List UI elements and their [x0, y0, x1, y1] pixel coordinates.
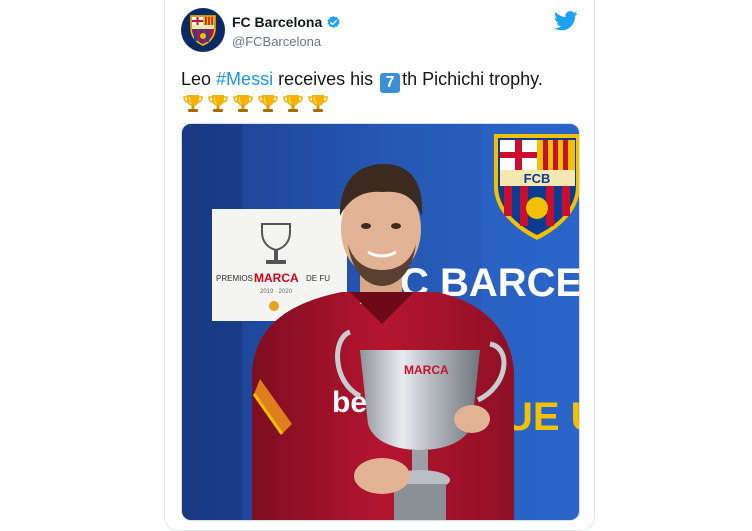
trophy-emoji-icon [283, 95, 303, 112]
crest-text: FCB [524, 171, 551, 186]
display-name[interactable]: FC Barcelona [232, 14, 341, 30]
tweet-text-suffix: th Pichichi trophy. [402, 69, 543, 89]
trophy-emoji-row [182, 92, 329, 114]
tweet-photo[interactable]: FCB C BARCE UE U PREMIOS MARCA DE FU 201… [181, 123, 580, 521]
trophy-emoji-icon [233, 95, 253, 112]
tweet-text-mid: receives his [273, 69, 379, 89]
trophy-emoji-icon [183, 95, 203, 112]
trophy-emoji-icon [308, 95, 328, 112]
tweet-card[interactable]: FC Barcelona @FCBarcelona Leo #Messi rec… [164, 0, 595, 531]
sign-line1-end: DE FU [306, 274, 330, 283]
hashtag-link[interactable]: #Messi [216, 69, 273, 89]
keycap-seven-emoji: 7 [380, 73, 401, 93]
sign-year: 2019 · 2020 [260, 289, 293, 295]
backdrop-text-2: UE U [504, 395, 579, 439]
display-name-text[interactable]: FC Barcelona [232, 14, 322, 30]
messi-trophy-photo: FCB C BARCE UE U PREMIOS MARCA DE FU 201… [182, 124, 579, 520]
twitter-bird-icon[interactable] [554, 11, 578, 31]
avatar[interactable] [181, 8, 225, 52]
verified-badge-icon [327, 15, 340, 28]
user-handle[interactable]: @FCBarcelona [232, 34, 321, 49]
cup-label: MARCA [404, 363, 449, 377]
trophy-emoji-icon [258, 95, 278, 112]
tweet-text: Leo #Messi receives his 7th Pichichi tro… [181, 68, 543, 93]
fcb-crest-icon [190, 15, 216, 46]
sign-brand: MARCA [254, 271, 299, 285]
trophy-emoji-icon [208, 95, 228, 112]
sign-line1: PREMIOS [216, 274, 253, 283]
tweet-text-prefix: Leo [181, 69, 217, 89]
